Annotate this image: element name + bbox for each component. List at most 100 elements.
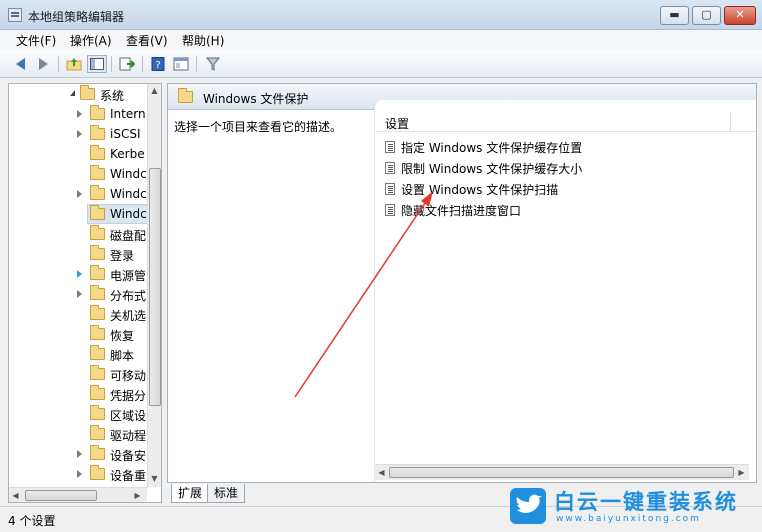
policy-setting-icon	[385, 141, 395, 153]
toolbar: ?	[0, 50, 762, 78]
tree-horizontal-scrollbar[interactable]: ◀ ▶	[9, 487, 147, 502]
scroll-right-icon[interactable]: ▶	[735, 466, 748, 480]
folder-icon	[90, 285, 105, 300]
tree-item[interactable]: Windc	[9, 204, 147, 224]
menu-file[interactable]: 文件(F)	[16, 32, 56, 49]
tree-item[interactable]: 设备重	[9, 464, 147, 484]
tree-item[interactable]: 磁盘配	[9, 224, 147, 244]
tree-item[interactable]: 脚本	[9, 344, 147, 364]
tree-item[interactable]: 可移动	[9, 364, 147, 384]
properties-icon[interactable]	[171, 55, 191, 73]
tree-item-label: 分布式	[110, 289, 147, 303]
tree-item[interactable]: 区域设	[9, 404, 147, 424]
tree-item-label: iSCSI	[110, 127, 141, 141]
scroll-up-icon[interactable]: ▲	[148, 84, 161, 98]
tree-item[interactable]: 驱动程	[9, 424, 147, 444]
folder-icon	[90, 305, 105, 320]
menu-help[interactable]: 帮助(H)	[182, 32, 224, 49]
list-hscroll-thumb[interactable]	[389, 467, 734, 478]
toolbar-separator	[196, 56, 197, 72]
tree-item-label: 驱动程	[110, 429, 147, 443]
menu-view[interactable]: 查看(V)	[126, 32, 168, 49]
tree-item[interactable]: 凭据分	[9, 384, 147, 404]
expand-triangle-icon[interactable]	[77, 450, 82, 458]
tree-item-label: 恢复	[110, 329, 135, 343]
column-divider[interactable]	[730, 112, 731, 132]
folder-icon	[90, 185, 105, 200]
policy-setting-icon	[385, 162, 395, 174]
toolbar-separator	[111, 56, 112, 72]
expand-triangle-icon[interactable]	[77, 290, 82, 298]
folder-icon	[80, 85, 95, 100]
collapse-triangle-icon[interactable]	[70, 90, 75, 96]
tree-item-label: 设备安	[110, 449, 147, 463]
tree-item[interactable]: 分布式	[9, 284, 147, 304]
tab-expand[interactable]: 扩展	[171, 484, 210, 503]
details-header-title: Windows 文件保护	[203, 92, 309, 106]
tree-item-label: 脚本	[110, 349, 135, 363]
maximize-button[interactable]: ▢	[692, 6, 721, 25]
tree-item-label: Windc	[110, 187, 147, 201]
expand-triangle-icon[interactable]	[77, 130, 82, 138]
list-horizontal-scrollbar[interactable]: ◀ ▶	[375, 464, 749, 480]
folder-icon	[90, 225, 105, 240]
export-list-icon[interactable]	[117, 55, 137, 73]
close-button[interactable]: ✕	[724, 6, 756, 25]
tree-item[interactable]: 恢复	[9, 324, 147, 344]
scroll-left-icon[interactable]: ◀	[375, 466, 388, 480]
expand-triangle-icon[interactable]	[77, 470, 82, 478]
back-arrow-icon[interactable]	[10, 55, 30, 73]
forward-arrow-icon[interactable]	[33, 55, 53, 73]
watermark-title: 白云一键重装系统	[554, 490, 738, 514]
tree-item-label: 登录	[110, 249, 135, 263]
expand-triangle-icon[interactable]	[77, 270, 82, 278]
policy-setting-icon	[385, 204, 395, 216]
tree-item-label: 设备重	[110, 469, 147, 483]
tree-item[interactable]: Kerbe	[9, 144, 147, 164]
up-folder-icon[interactable]	[64, 55, 84, 73]
help-icon[interactable]: ?	[148, 55, 168, 73]
tree-scroll-thumb[interactable]	[149, 168, 161, 406]
folder-icon	[90, 105, 105, 120]
expand-triangle-icon[interactable]	[77, 190, 82, 198]
folder-icon	[90, 265, 105, 280]
filter-icon[interactable]	[203, 55, 223, 73]
folder-icon	[90, 165, 105, 180]
tree-item[interactable]: iSCSI	[9, 124, 147, 144]
tree-item-label: 关机选	[110, 309, 147, 323]
tree-item[interactable]: 登录	[9, 244, 147, 264]
setting-label: 设置 Windows 文件保护扫描	[401, 183, 559, 197]
tree-item[interactable]: 关机选	[9, 304, 147, 324]
tree-item[interactable]: 电源管	[9, 264, 147, 284]
menu-bar: 文件(F) 操作(A) 查看(V) 帮助(H)	[0, 30, 762, 50]
tree-item-label: 系统	[100, 89, 125, 103]
column-header-settings[interactable]: 设置	[375, 112, 756, 132]
tree-item[interactable]: Windc	[9, 164, 147, 184]
tree-item-label: 电源管	[110, 269, 147, 283]
svg-text:?: ?	[155, 60, 160, 71]
show-hide-tree-icon[interactable]	[87, 55, 107, 73]
tree-item[interactable]: 系统	[9, 84, 147, 104]
tree-hscroll-thumb[interactable]	[25, 490, 97, 501]
setting-label: 指定 Windows 文件保护缓存位置	[401, 141, 583, 155]
tree-item[interactable]: 设备安	[9, 444, 147, 464]
tab-standard[interactable]: 标准	[207, 484, 246, 503]
group-policy-app-icon	[8, 8, 22, 22]
expand-triangle-icon[interactable]	[77, 110, 82, 118]
tree-item-label: 区域设	[110, 409, 147, 423]
tree-item-label: Windc	[110, 167, 147, 181]
scroll-right-icon[interactable]: ▶	[131, 489, 144, 502]
minimize-button[interactable]: ▬	[660, 6, 689, 25]
scroll-left-icon[interactable]: ◀	[9, 489, 22, 502]
scroll-down-icon[interactable]: ▼	[148, 472, 161, 486]
watermark: 白云一键重装系统 www.baiyunxitong.com	[508, 486, 758, 528]
menu-action[interactable]: 操作(A)	[70, 32, 112, 49]
tree-item-label: Windc	[110, 207, 147, 221]
tree-vertical-scrollbar[interactable]: ▲ ▼	[147, 84, 161, 487]
folder-icon	[90, 125, 105, 140]
tree-item[interactable]: Intern	[9, 104, 147, 124]
tree-pane: 系统 Intern iSCSI Kerbe Windc Windc Windc 磁盘配登录电源…	[8, 83, 162, 503]
tree-item[interactable]: Windc	[9, 184, 147, 204]
watermark-url: www.baiyunxitong.com	[556, 514, 701, 524]
folder-icon	[90, 405, 105, 420]
